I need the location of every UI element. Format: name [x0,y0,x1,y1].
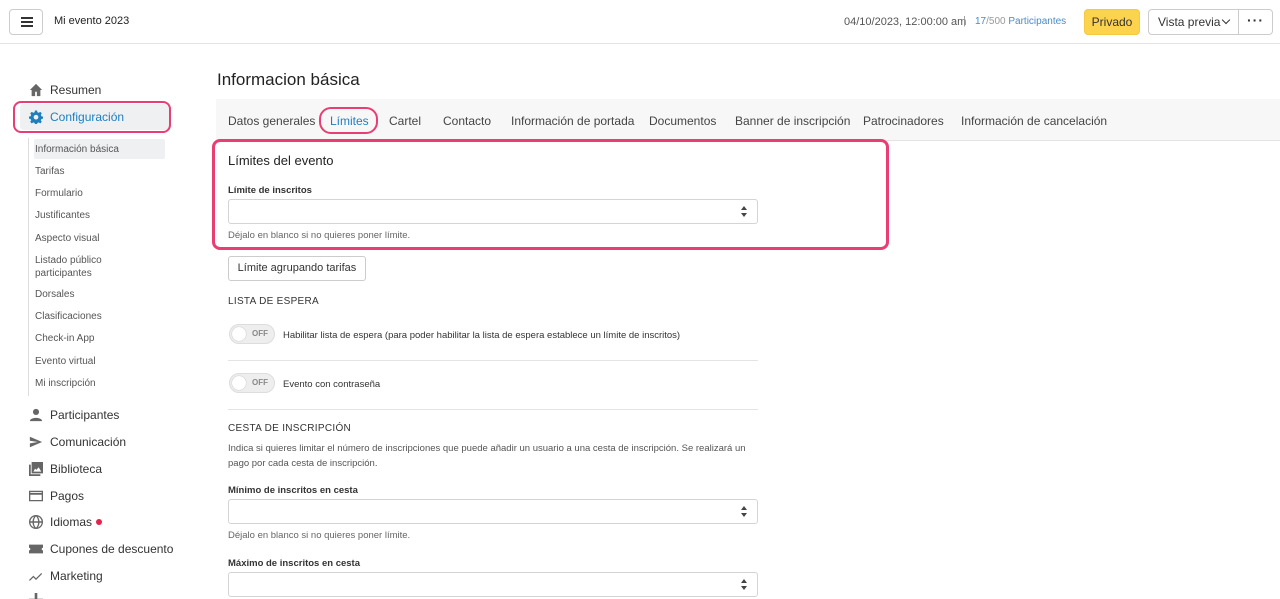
sidebar-item-label: Comunicación [50,435,127,449]
cart-header: CESTA DE INSCRIPCIÓN [228,423,352,434]
vista-previa-label: Vista previa [1158,15,1221,29]
sidebar-item-comunicacion[interactable]: Comunicación [28,431,126,453]
toggle-knob [232,327,246,341]
cart-description: Indica si quieres limitar el número de i… [228,443,746,469]
hamburger-menu-button[interactable] [9,9,43,35]
spinner-arrows-icon[interactable] [740,579,748,591]
plus-icon [28,592,44,599]
tab-informacion-cancelacion[interactable]: Información de cancelación [961,114,1107,128]
group-limit-button[interactable]: Límite agrupando tarifas [228,256,366,281]
chevron-down-icon [1221,15,1231,25]
sidebar-item-resumen[interactable]: Resumen [28,79,101,101]
participants-count: 17 [975,16,987,27]
limits-highlight-box [212,139,889,250]
cart-max-label: Máximo de inscritos en cesta [228,558,360,569]
cart-min-input[interactable] [228,499,758,524]
top-bar: Mi evento 2023 04/10/2023, 12:00:00 am |… [0,0,1280,44]
tab-datos-generales[interactable]: Datos generales [228,114,315,128]
subnav-tarifas[interactable]: Tarifas [35,165,64,178]
tab-informacion-portada[interactable]: Información de portada [511,114,634,128]
sidebar-item-label: Pagos [50,489,85,503]
spinner-arrows-icon[interactable] [740,506,748,518]
tab-banner-inscripcion[interactable]: Banner de inscripción [735,114,850,128]
vista-previa-button[interactable]: Vista previa [1148,9,1239,35]
hamburger-icon-line [21,21,33,23]
tab-cartel[interactable]: Cartel [389,114,421,128]
event-datetime: 04/10/2023, 12:00:00 am [844,16,967,28]
hamburger-icon [21,17,33,19]
hamburger-icon-line [21,25,33,27]
sidebar-item-participantes[interactable]: Participantes [28,404,119,426]
sidebar-item-label: Cupones de descuento [50,542,174,556]
sidebar-item-label: Marketing [50,569,103,583]
subnav-informacion-basica[interactable]: Información básica [35,143,119,156]
privado-button[interactable]: Privado [1084,9,1140,35]
subnav-check-in-app[interactable]: Check-in App [35,332,94,345]
toggle-off-text: OFF [252,378,268,387]
tab-documentos[interactable]: Documentos [649,114,716,128]
sidebar-item-biblioteca[interactable]: Biblioteca [28,458,102,480]
participants-total: /500 [986,16,1006,27]
globe-icon [28,514,44,530]
page-title: Informacion básica [217,70,360,89]
image-library-icon [28,461,44,477]
participants-counter[interactable]: 17/500 Participantes [975,16,1066,27]
sidebar-item-label: Idiomas [50,515,93,529]
more-options-button[interactable]: ··· [1239,9,1273,35]
separator: | [963,15,966,27]
subnav-dorsales[interactable]: Dorsales [35,288,74,301]
waitlist-toggle-label: Habilitar lista de espera (para poder ha… [283,330,681,341]
configuracion-highlight [13,101,171,133]
divider [228,409,758,410]
send-icon [28,434,44,450]
home-icon [28,82,44,98]
sidebar-item-pagos[interactable]: Pagos [28,485,84,507]
cart-max-input[interactable] [228,572,758,597]
toggle-knob [232,376,246,390]
sidebar-item-label: Biblioteca [50,462,103,476]
tab-contacto[interactable]: Contacto [443,114,491,128]
configuracion-submenu: Información básica Tarifas Formulario Ju… [28,138,168,396]
participants-label: Participantes [1008,16,1067,27]
subnav-clasificaciones[interactable]: Clasificaciones [35,310,102,323]
subnav-formulario[interactable]: Formulario [35,187,83,200]
sidebar-item-label: Participantes [50,408,120,422]
cart-min-help-text: Déjalo en blanco si no quieres poner lím… [228,530,411,541]
divider [228,360,758,361]
ticket-icon [28,541,44,557]
sidebar-item-partial [28,589,50,599]
subnav-justificantes[interactable]: Justificantes [35,209,90,222]
sidebar-item-marketing[interactable]: Marketing [28,565,103,587]
subnav-listado-publico[interactable]: Listado público participantes [35,254,115,280]
event-title: Mi evento 2023 [54,15,130,27]
subnav-evento-virtual[interactable]: Evento virtual [35,355,96,368]
subnav-mi-inscripcion[interactable]: Mi inscripción [35,377,96,390]
trending-icon [28,568,44,584]
sidebar-item-label: Resumen [50,83,102,97]
password-toggle-label: Evento con contraseña [283,379,381,390]
tab-limites-highlight [319,107,378,134]
sidebar-item-cupones[interactable]: Cupones de descuento [28,538,173,560]
notification-dot [96,519,103,525]
password-toggle[interactable]: OFF [229,373,275,393]
person-icon [28,407,44,423]
waitlist-header: LISTA DE ESPERA [228,296,320,307]
waitlist-toggle[interactable]: OFF [229,324,275,344]
credit-card-icon [28,488,44,504]
toggle-off-text: OFF [252,329,268,338]
cart-min-label: Mínimo de inscritos en cesta [228,485,358,496]
sidebar-item-idiomas[interactable]: Idiomas [28,511,103,533]
subnav-aspecto-visual[interactable]: Aspecto visual [35,232,99,245]
tab-patrocinadores[interactable]: Patrocinadores [863,114,944,128]
